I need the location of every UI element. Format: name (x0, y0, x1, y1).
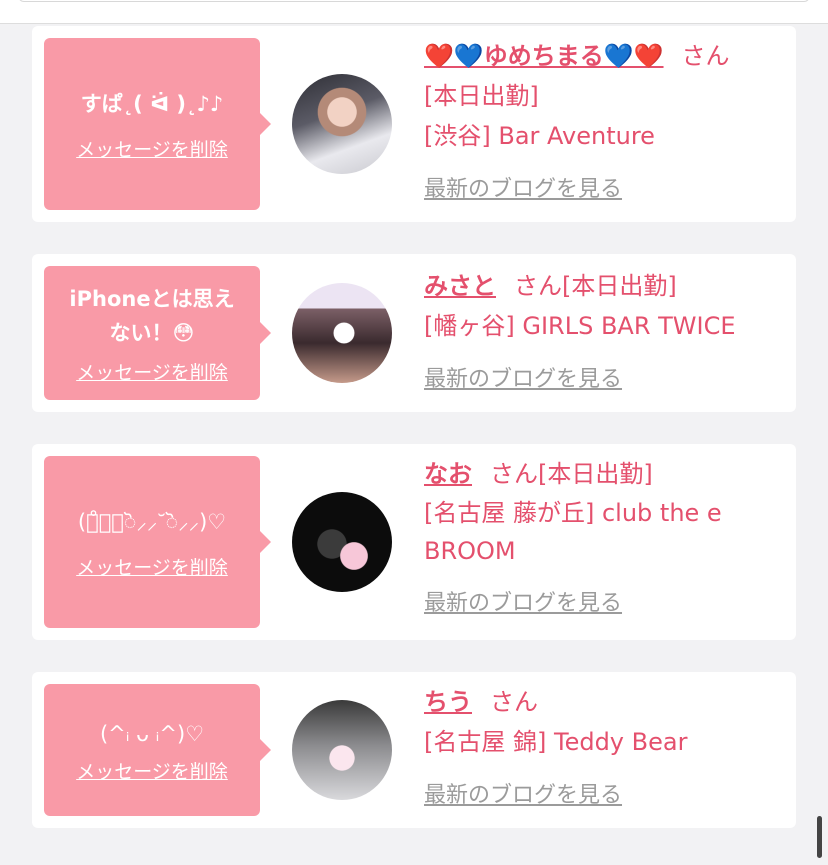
delete-message-link[interactable]: メッセージを削除 (76, 135, 228, 162)
user-name-link[interactable]: みさと (424, 272, 496, 300)
delete-message-link[interactable]: メッセージを削除 (76, 757, 228, 784)
honorific: さん[本日出勤] (514, 272, 677, 300)
view-blog-link[interactable]: 最新のブログを見る (424, 177, 622, 202)
avatar[interactable] (292, 700, 392, 800)
user-info: なお さん[本日出勤] [名古屋 藤が丘] club the e BROOM 最新… (424, 454, 784, 624)
message-bubble: iPhoneとは思えない！😳 メッセージを削除 (44, 266, 271, 400)
message-card: (^ᵢ ᴗ ᵢ^)♡ メッセージを削除 ちう さん [名古屋 錦] Teddy B… (32, 672, 796, 828)
scrollbar[interactable] (817, 816, 822, 858)
honorific: さん[本日出勤] (490, 460, 653, 488)
shop-line: [名古屋 藤が丘] club the e BROOM (424, 499, 722, 565)
message-card: iPhoneとは思えない！😳 メッセージを削除 みさと さん[本日出勤] [幡ヶ谷… (32, 254, 796, 412)
search-bar-edge (18, 0, 810, 2)
avatar[interactable] (292, 74, 392, 174)
message-text: iPhoneとは思えない！😳 (69, 286, 235, 345)
user-name-link[interactable]: なお (424, 460, 472, 488)
avatar[interactable] (292, 492, 392, 592)
shop-line: [名古屋 錦] Teddy Bear (424, 728, 688, 756)
message-text: (^ᵢ ᴗ ᵢ^)♡ (99, 721, 205, 746)
user-info: みさと さん[本日出勤] [幡ヶ谷] GIRLS BAR TWICE 最新のブログ… (424, 266, 784, 400)
view-blog-link[interactable]: 最新のブログを見る (424, 367, 622, 392)
user-name-link[interactable]: ❤️💙ゆめちまる💙❤️ (424, 42, 664, 70)
view-blog-link[interactable]: 最新のブログを見る (424, 591, 622, 616)
view-blog-link[interactable]: 最新のブログを見る (424, 783, 622, 808)
message-text: すぱ˛( ᐛ )˛♪♪ (80, 91, 224, 116)
avatar[interactable] (292, 283, 392, 383)
honorific: さん (681, 42, 730, 70)
message-bubble: すぱ˛( ᐛ )˛♪♪ メッセージを削除 (44, 38, 271, 210)
user-name-link[interactable]: ちう (424, 688, 472, 716)
message-card: (ง̊⸝⸝ॆ⸝⸝˘ॆ⸝⸝)♡ メッセージを削除 なお さん[本日出勤] [名古屋 … (32, 444, 796, 640)
shop-line: [幡ヶ谷] GIRLS BAR TWICE (424, 312, 736, 340)
delete-message-link[interactable]: メッセージを削除 (76, 553, 228, 580)
message-card: すぱ˛( ᐛ )˛♪♪ メッセージを削除 ❤️💙ゆめちまる💙❤️ さん [本日出勤… (32, 26, 796, 222)
message-bubble: (ง̊⸝⸝ॆ⸝⸝˘ॆ⸝⸝)♡ メッセージを削除 (44, 456, 271, 628)
user-info: ❤️💙ゆめちまる💙❤️ さん [本日出勤] [渋谷] Bar Aventure 最… (424, 36, 784, 210)
delete-message-link[interactable]: メッセージを削除 (76, 358, 228, 385)
honorific: さん (490, 688, 538, 716)
top-bar (0, 0, 828, 24)
message-text: (ง̊⸝⸝ॆ⸝⸝˘ॆ⸝⸝)♡ (77, 509, 227, 534)
shop-line: [渋谷] Bar Aventure (424, 122, 655, 150)
user-info: ちう さん [名古屋 錦] Teddy Bear 最新のブログを見る (424, 682, 784, 816)
message-bubble: (^ᵢ ᴗ ᵢ^)♡ メッセージを削除 (44, 684, 271, 816)
status-line: [本日出勤] (424, 82, 539, 110)
